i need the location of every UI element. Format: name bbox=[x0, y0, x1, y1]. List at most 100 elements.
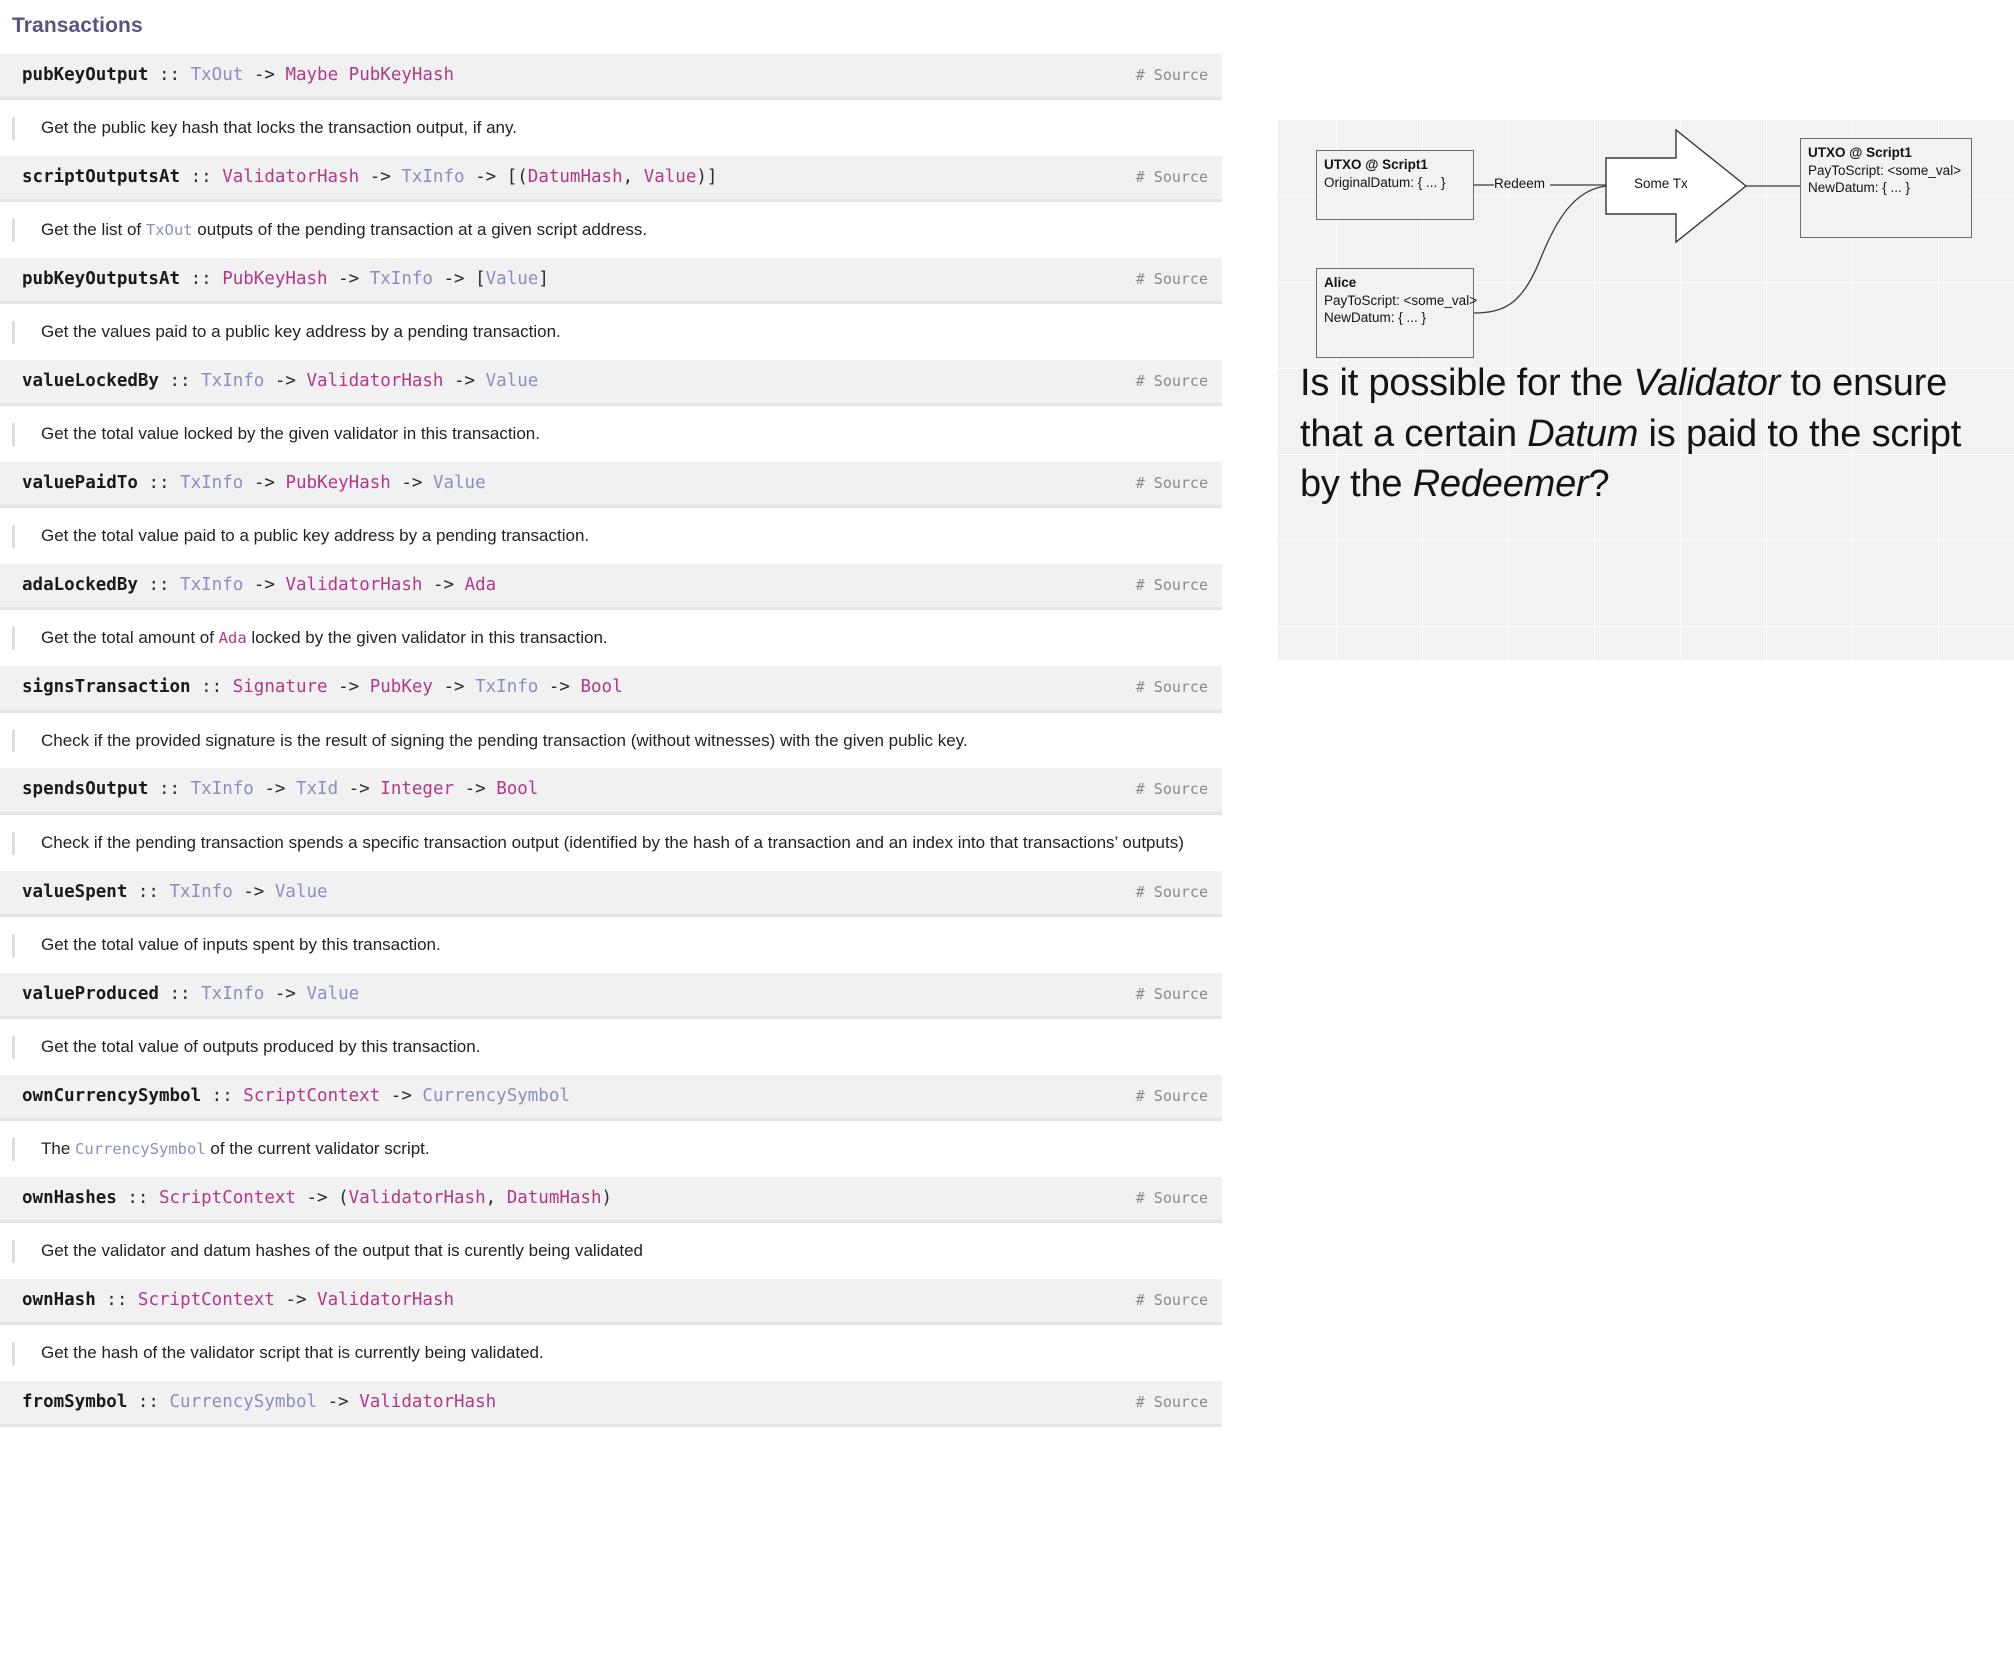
source-link[interactable]: # Source bbox=[1116, 66, 1208, 84]
type-link[interactable]: PubKey bbox=[370, 677, 433, 697]
type-link[interactable]: Ada bbox=[465, 575, 497, 595]
source-link[interactable]: # Source bbox=[1116, 1291, 1208, 1309]
signature-punctuation: :: bbox=[116, 1187, 159, 1208]
type-link[interactable]: Value bbox=[644, 167, 697, 187]
type-link[interactable]: TxInfo bbox=[170, 882, 233, 902]
slide-panel: Redeem Some Tx UTXO @ Script1 OriginalDat… bbox=[1278, 120, 2014, 660]
source-link[interactable]: # Source bbox=[1116, 883, 1208, 901]
type-link[interactable]: ValidatorHash bbox=[307, 371, 444, 391]
type-link[interactable]: ValidatorHash bbox=[349, 1188, 486, 1208]
signature-punctuation: -> bbox=[432, 677, 476, 698]
diagram-box-line: NewDatum: { ... } bbox=[1324, 310, 1427, 326]
signature-punctuation: -> bbox=[380, 1085, 423, 1106]
function-description: Get the validator and datum hashes of th… bbox=[12, 1239, 1222, 1263]
source-link[interactable]: # Source bbox=[1116, 780, 1208, 798]
type-link[interactable]: TxInfo bbox=[180, 473, 243, 493]
function-entry: pubKeyOutput :: TxOut -> Maybe PubKeyHas… bbox=[0, 54, 1222, 141]
signature-punctuation: -> bbox=[390, 473, 433, 494]
type-link[interactable]: ScriptContext bbox=[138, 1290, 275, 1310]
source-link[interactable]: # Source bbox=[1116, 1087, 1208, 1105]
type-link[interactable]: TxInfo bbox=[201, 984, 264, 1004]
type-link[interactable]: TxOut bbox=[146, 221, 193, 239]
signature-punctuation: :: bbox=[127, 881, 170, 902]
function-description: Get the total value of outputs produced … bbox=[12, 1035, 1222, 1059]
diagram-box-line: PayToScript: <some_val> bbox=[1808, 162, 1962, 178]
signature-punctuation: :: bbox=[148, 779, 191, 800]
type-link[interactable]: TxInfo bbox=[401, 167, 464, 187]
source-link[interactable]: # Source bbox=[1116, 168, 1208, 186]
alice-to-tx-edge bbox=[1473, 185, 1607, 314]
function-description: Get the public key hash that locks the t… bbox=[12, 117, 1222, 141]
type-link[interactable]: Value bbox=[486, 371, 539, 391]
type-link[interactable]: TxInfo bbox=[191, 779, 254, 799]
type-link[interactable]: Value bbox=[433, 473, 486, 493]
signature-punctuation: :: bbox=[148, 65, 191, 85]
type-link[interactable]: Integer bbox=[380, 779, 454, 799]
function-entry: ownHashes :: ScriptContext -> (Validator… bbox=[0, 1176, 1222, 1263]
signature-punctuation: ( bbox=[338, 1187, 349, 1208]
diagram-box-title: UTXO @ Script1 bbox=[1808, 145, 1912, 160]
signature-punctuation: -> bbox=[232, 881, 275, 902]
signature-punctuation: [( bbox=[506, 167, 528, 188]
function-name: scriptOutputsAt bbox=[22, 167, 181, 188]
type-link[interactable]: Value bbox=[307, 984, 360, 1004]
function-signature-bar: ownHashes :: ScriptContext -> (Validator… bbox=[0, 1176, 1222, 1223]
function-signature: valuePaidTo :: TxInfo -> PubKeyHash -> V… bbox=[22, 473, 486, 493]
type-link[interactable]: PubKeyHash bbox=[285, 473, 390, 493]
source-link[interactable]: # Source bbox=[1116, 372, 1208, 390]
type-link[interactable]: TxInfo bbox=[475, 677, 538, 697]
diagram-box-line: PayToScript: <some_val> bbox=[1324, 292, 1478, 308]
source-link[interactable]: # Source bbox=[1116, 1189, 1208, 1207]
type-link[interactable]: DatumHash bbox=[528, 167, 623, 187]
function-signature: ownHash :: ScriptContext -> ValidatorHas… bbox=[22, 1290, 454, 1310]
source-link[interactable]: # Source bbox=[1116, 474, 1208, 492]
description-text: Get the total amount of bbox=[41, 628, 219, 648]
type-link[interactable]: Signature bbox=[233, 677, 328, 697]
signature-punctuation: -> bbox=[359, 167, 402, 188]
type-link[interactable]: Value bbox=[486, 269, 539, 289]
type-link[interactable]: Bool bbox=[580, 677, 622, 697]
type-link[interactable]: ScriptContext bbox=[159, 1188, 296, 1208]
type-link[interactable]: TxInfo bbox=[180, 575, 243, 595]
function-name: spendsOutput bbox=[22, 779, 149, 800]
function-name: pubKeyOutput bbox=[22, 65, 149, 85]
type-link[interactable]: Maybe bbox=[285, 65, 338, 85]
type-link[interactable]: Ada bbox=[219, 629, 247, 647]
type-link[interactable]: TxInfo bbox=[370, 269, 433, 289]
type-link[interactable]: ScriptContext bbox=[243, 1086, 380, 1106]
type-link[interactable]: CurrencySymbol bbox=[75, 1140, 206, 1158]
type-link[interactable]: TxId bbox=[296, 779, 338, 799]
signature-punctuation: -> bbox=[264, 371, 307, 392]
source-link[interactable]: # Source bbox=[1116, 270, 1208, 288]
signature-punctuation bbox=[338, 65, 349, 85]
type-link[interactable]: DatumHash bbox=[507, 1188, 602, 1208]
type-link[interactable]: ValidatorHash bbox=[222, 167, 359, 187]
diagram-box-line: OriginalDatum: { ... } bbox=[1324, 174, 1446, 190]
type-link[interactable]: PubKeyHash bbox=[349, 65, 454, 85]
type-link[interactable]: Bool bbox=[496, 779, 538, 799]
diagram-box-title: Alice bbox=[1324, 275, 1357, 290]
type-link[interactable]: TxOut bbox=[191, 65, 244, 85]
signature-punctuation: -> bbox=[538, 677, 581, 698]
question-emphasis: Datum bbox=[1527, 412, 1639, 455]
signature-punctuation: -> bbox=[243, 473, 286, 494]
source-link[interactable]: # Source bbox=[1116, 1393, 1208, 1411]
type-link[interactable]: ValidatorHash bbox=[359, 1392, 496, 1412]
type-link[interactable]: ValidatorHash bbox=[317, 1290, 454, 1310]
source-link[interactable]: # Source bbox=[1116, 985, 1208, 1003]
function-signature: pubKeyOutput :: TxOut -> Maybe PubKeyHas… bbox=[22, 65, 454, 85]
source-link[interactable]: # Source bbox=[1116, 576, 1208, 594]
description-text: Get the validator and datum hashes of th… bbox=[41, 1240, 643, 1260]
signature-punctuation: , bbox=[485, 1187, 507, 1208]
type-link[interactable]: Value bbox=[275, 882, 328, 902]
question-text: ? bbox=[1588, 463, 1610, 506]
signature-punctuation: -> bbox=[422, 575, 465, 596]
type-link[interactable]: PubKeyHash bbox=[222, 269, 327, 289]
type-link[interactable]: ValidatorHash bbox=[285, 575, 422, 595]
type-link[interactable]: CurrencySymbol bbox=[422, 1086, 570, 1106]
source-link[interactable]: # Source bbox=[1116, 678, 1208, 696]
type-link[interactable]: CurrencySymbol bbox=[170, 1392, 318, 1412]
function-description: Check if the provided signature is the r… bbox=[12, 729, 1222, 753]
question-emphasis: Redeemer bbox=[1412, 463, 1589, 506]
type-link[interactable]: TxInfo bbox=[201, 371, 264, 391]
